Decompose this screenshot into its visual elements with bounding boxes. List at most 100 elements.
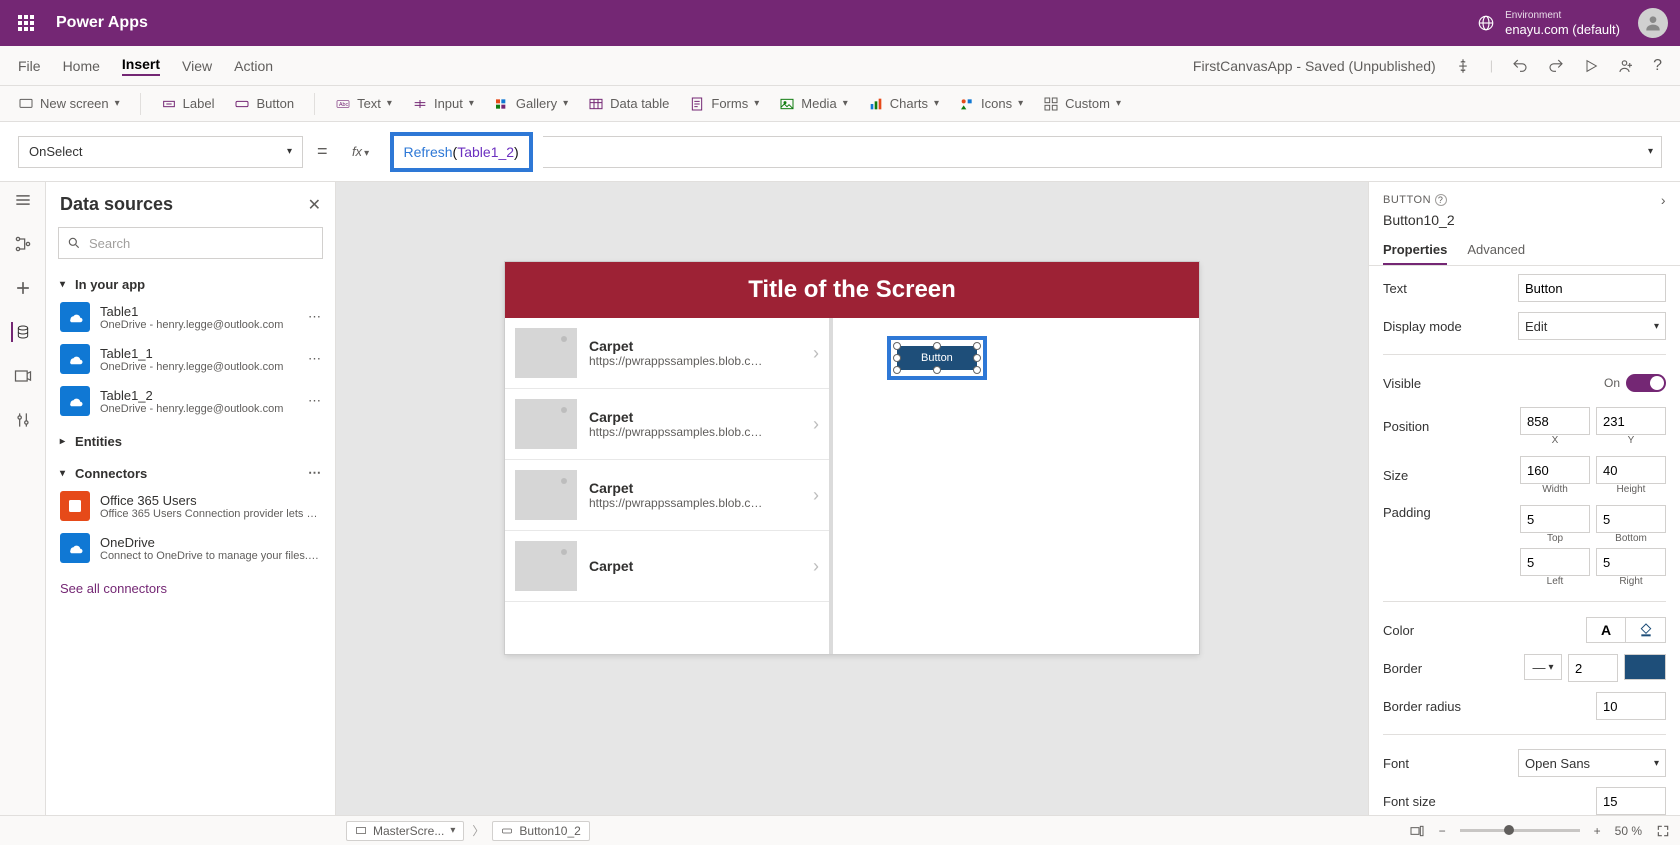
play-icon[interactable] [1583, 58, 1599, 74]
icons-button[interactable]: Icons▾ [959, 96, 1023, 112]
data-icon[interactable] [11, 322, 31, 342]
datatable-button[interactable]: Data table [588, 96, 669, 112]
menu-bar: File Home Insert View Action FirstCanvas… [0, 46, 1680, 86]
see-all-connectors-link[interactable]: See all connectors [46, 569, 335, 608]
checker-icon[interactable] [1454, 57, 1472, 75]
search-input[interactable]: Search [58, 227, 323, 259]
placeholder-image-icon [515, 470, 577, 520]
input-button[interactable]: Input▾ [412, 96, 474, 112]
hamburger-icon[interactable] [13, 190, 33, 210]
button-icon [501, 825, 513, 837]
charts-icon [868, 96, 884, 112]
forms-icon [689, 96, 705, 112]
tree-icon[interactable] [13, 234, 33, 254]
prop-size-h[interactable] [1596, 456, 1666, 484]
visible-toggle[interactable] [1626, 374, 1666, 392]
datasource-item[interactable]: Table1_2OneDrive - henry.legge@outlook.c… [46, 380, 335, 422]
breadcrumb-control[interactable]: Button10_2 [492, 821, 589, 841]
placeholder-image-icon [515, 541, 577, 591]
gallery-item[interactable]: Carpethttps://pwrappssamples.blob.core. … [505, 318, 829, 389]
fit-icon[interactable] [1656, 824, 1670, 838]
onedrive-icon [60, 302, 90, 332]
item-menu-icon[interactable]: ⋯ [308, 351, 321, 367]
item-menu-icon[interactable]: ⋯ [308, 393, 321, 409]
close-icon[interactable]: ✕ [308, 195, 321, 215]
formula-input[interactable]: Refresh(Table1_2) [390, 132, 533, 172]
add-icon[interactable] [13, 278, 33, 298]
prop-font-select[interactable]: Open Sans▾ [1518, 749, 1666, 777]
datasource-item[interactable]: Table1OneDrive - henry.legge@outlook.com… [46, 296, 335, 338]
prop-pad-left[interactable] [1520, 548, 1590, 576]
section-in-your-app[interactable]: ▾In your app [46, 265, 335, 296]
gallery-item[interactable]: Carpethttps://pwrappssamples.blob.core. … [505, 389, 829, 460]
expand-icon[interactable]: › [1661, 192, 1666, 208]
undo-icon[interactable] [1511, 57, 1529, 75]
gallery-item[interactable]: Carpet › [505, 531, 829, 602]
gallery-item[interactable]: Carpethttps://pwrappssamples.blob.core. … [505, 460, 829, 531]
menu-action[interactable]: Action [234, 58, 273, 74]
media-button[interactable]: Media▾ [779, 96, 847, 112]
forms-button[interactable]: Forms▾ [689, 96, 759, 112]
prop-border-radius[interactable] [1596, 692, 1666, 720]
tools-icon[interactable] [13, 410, 33, 430]
breadcrumb-screen[interactable]: MasterScre...▾ [346, 821, 464, 841]
selected-button-wrapper[interactable]: Button [887, 336, 987, 380]
prop-border-width[interactable] [1568, 654, 1618, 682]
menu-home[interactable]: Home [63, 58, 100, 74]
environment-picker[interactable]: Environment enayu.com (default) [1477, 9, 1620, 37]
connector-item[interactable]: OneDriveConnect to OneDrive to manage yo… [46, 527, 335, 569]
zoom-in[interactable]: + [1594, 824, 1601, 838]
prop-pad-bottom[interactable] [1596, 505, 1666, 533]
charts-button[interactable]: Charts▾ [868, 96, 939, 112]
button-button[interactable]: Button [234, 96, 294, 112]
border-color-swatch[interactable] [1624, 654, 1666, 680]
section-entities[interactable]: ▾Entities [46, 422, 335, 453]
help-icon[interactable]: ? [1653, 57, 1662, 75]
connector-icon [60, 491, 90, 521]
tab-advanced[interactable]: Advanced [1467, 236, 1525, 265]
prop-position-x[interactable] [1520, 407, 1590, 435]
tab-properties[interactable]: Properties [1383, 236, 1447, 265]
app-title: Power Apps [56, 14, 148, 32]
zoom-out[interactable]: − [1439, 824, 1446, 838]
canvas-area[interactable]: Title of the Screen Carpethttps://pwrapp… [336, 182, 1368, 815]
section-connectors[interactable]: ▾Connectors ⋯ [46, 453, 335, 485]
item-menu-icon[interactable]: ⋯ [308, 309, 321, 325]
formula-expand[interactable]: ▾ [543, 136, 1662, 168]
table-icon [588, 96, 604, 112]
border-style-button[interactable]: — ▾ [1524, 654, 1562, 680]
prop-text-input[interactable] [1518, 274, 1666, 302]
gallery-control[interactable]: Carpethttps://pwrappssamples.blob.core. … [505, 318, 833, 654]
prop-font-size[interactable] [1596, 787, 1666, 815]
datasource-item[interactable]: Table1_1OneDrive - henry.legge@outlook.c… [46, 338, 335, 380]
menu-file[interactable]: File [18, 58, 41, 74]
text-button[interactable]: Abc Text▾ [335, 96, 392, 112]
zoom-slider[interactable] [1460, 829, 1580, 832]
prop-size-w[interactable] [1520, 456, 1590, 484]
icons-icon [959, 96, 975, 112]
menu-view[interactable]: View [182, 58, 212, 74]
share-icon[interactable] [1617, 57, 1635, 75]
new-screen-button[interactable]: New screen▾ [18, 96, 120, 112]
waffle-icon[interactable] [12, 9, 44, 37]
prop-pad-right[interactable] [1596, 548, 1666, 576]
redo-icon[interactable] [1547, 57, 1565, 75]
search-icon [67, 236, 81, 250]
media-rail-icon[interactable] [13, 366, 33, 386]
gallery-button[interactable]: Gallery▾ [494, 96, 568, 112]
prop-pad-top[interactable] [1520, 505, 1590, 533]
prop-displaymode-select[interactable]: Edit▾ [1518, 312, 1666, 340]
screen-icon [18, 96, 34, 112]
environment-name: enayu.com (default) [1505, 23, 1620, 37]
label-button[interactable]: Label [161, 96, 215, 112]
custom-button[interactable]: Custom▾ [1043, 96, 1121, 112]
font-color-button[interactable]: A [1586, 617, 1626, 643]
avatar[interactable] [1638, 8, 1668, 38]
fill-color-button[interactable] [1626, 617, 1666, 643]
menu-insert[interactable]: Insert [122, 56, 160, 76]
prop-position-y[interactable] [1596, 407, 1666, 435]
custom-icon [1043, 96, 1059, 112]
orientation-icon[interactable] [1409, 823, 1425, 839]
property-dropdown[interactable]: OnSelect▾ [18, 136, 303, 168]
connector-item[interactable]: Office 365 UsersOffice 365 Users Connect… [46, 485, 335, 527]
